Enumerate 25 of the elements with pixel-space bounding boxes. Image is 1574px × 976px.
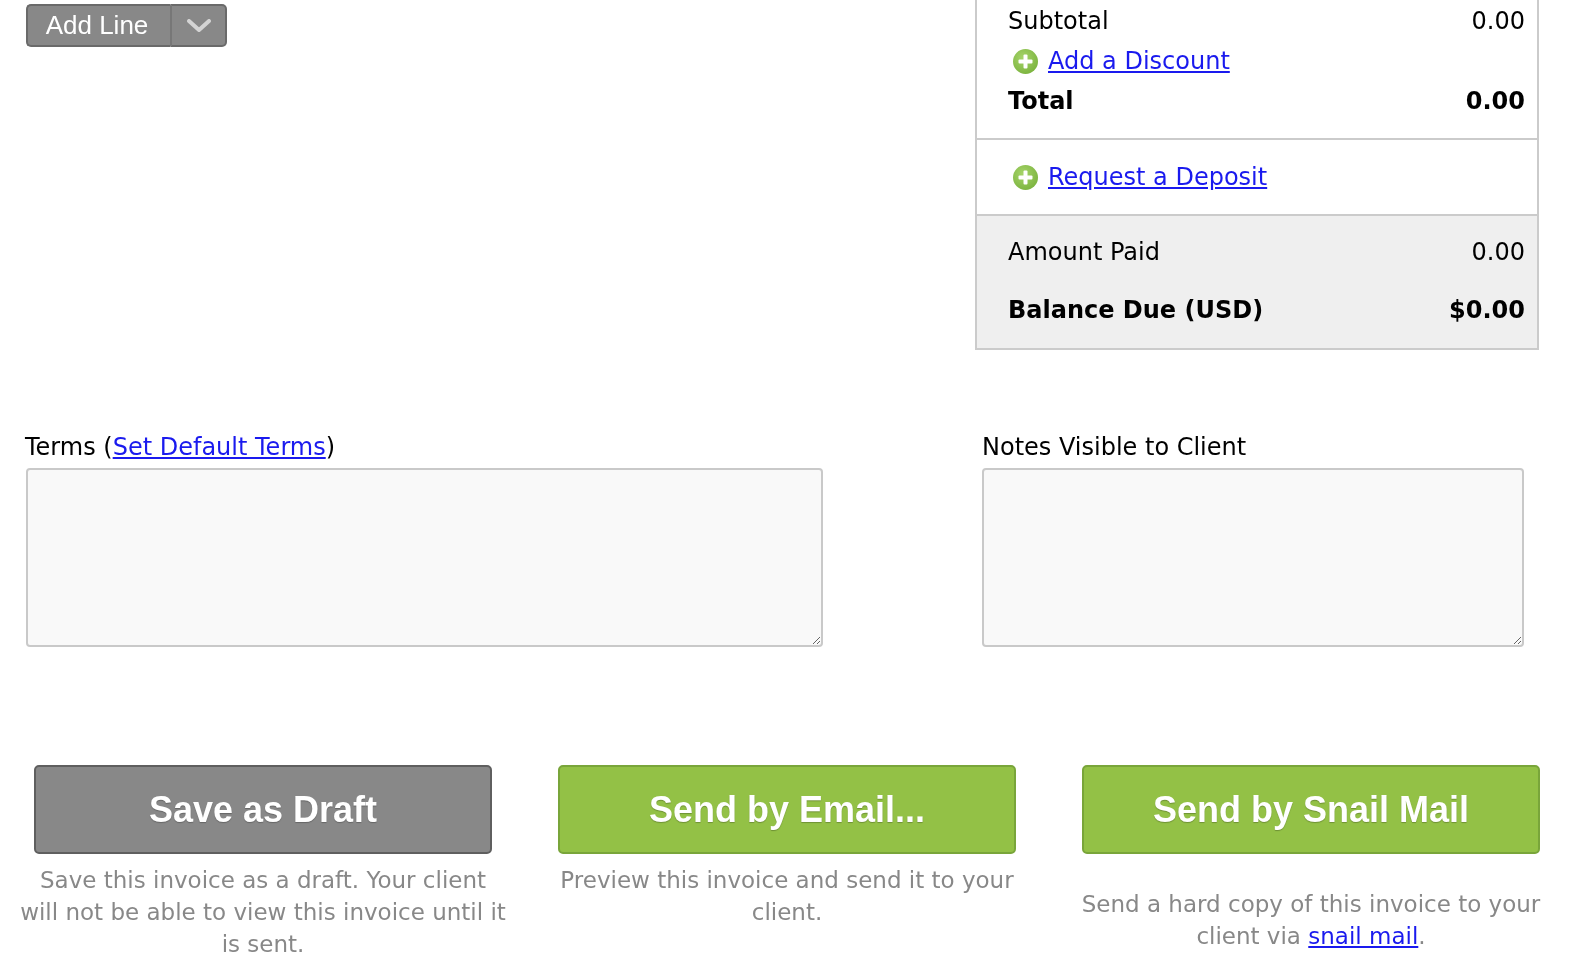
plus-circle-icon (1013, 48, 1038, 74)
snail-mail-link[interactable]: snail mail (1308, 923, 1419, 949)
summary-amount: 0.00 (1471, 237, 1525, 268)
action-description: Save this invoice as a draft. Your client will not be able to view this invoice until it is sent. (19, 866, 507, 959)
summary-label: Total (1008, 86, 1074, 117)
save-draft-button[interactable]: Save as Draft (34, 765, 492, 854)
plus-circle-icon (1013, 164, 1038, 190)
notes-field[interactable] (982, 468, 1524, 647)
set-default-terms-link[interactable]: Set Default Terms (112, 433, 326, 461)
summary-label: Subtotal (1008, 6, 1109, 37)
summary-link[interactable]: Add a Discount (1048, 41, 1230, 81)
terms-field[interactable] (26, 468, 823, 647)
chevron-down-icon (186, 18, 211, 33)
dropdown-button[interactable] (170, 4, 227, 47)
summary-amount: 0.00 (1471, 6, 1525, 37)
add-line-button[interactable]: Add Line (26, 4, 170, 47)
summary-label: Amount Paid (1008, 237, 1160, 268)
action-description: Preview this invoice and send it to your client. (559, 866, 1015, 927)
summary-link[interactable]: Request a Deposit (1048, 157, 1268, 197)
notes-label: Notes Visible to Client (982, 432, 1248, 462)
summary-amount: 0.00 (1465, 86, 1525, 117)
summary-amount: $0.00 (1449, 295, 1525, 326)
summary-label: Balance Due (USD) (1008, 295, 1264, 326)
action-description: Send a hard copy of this invoice to your client via snail mail. (1080, 890, 1542, 951)
terms-label: Terms (Set Default Terms) (25, 432, 337, 462)
